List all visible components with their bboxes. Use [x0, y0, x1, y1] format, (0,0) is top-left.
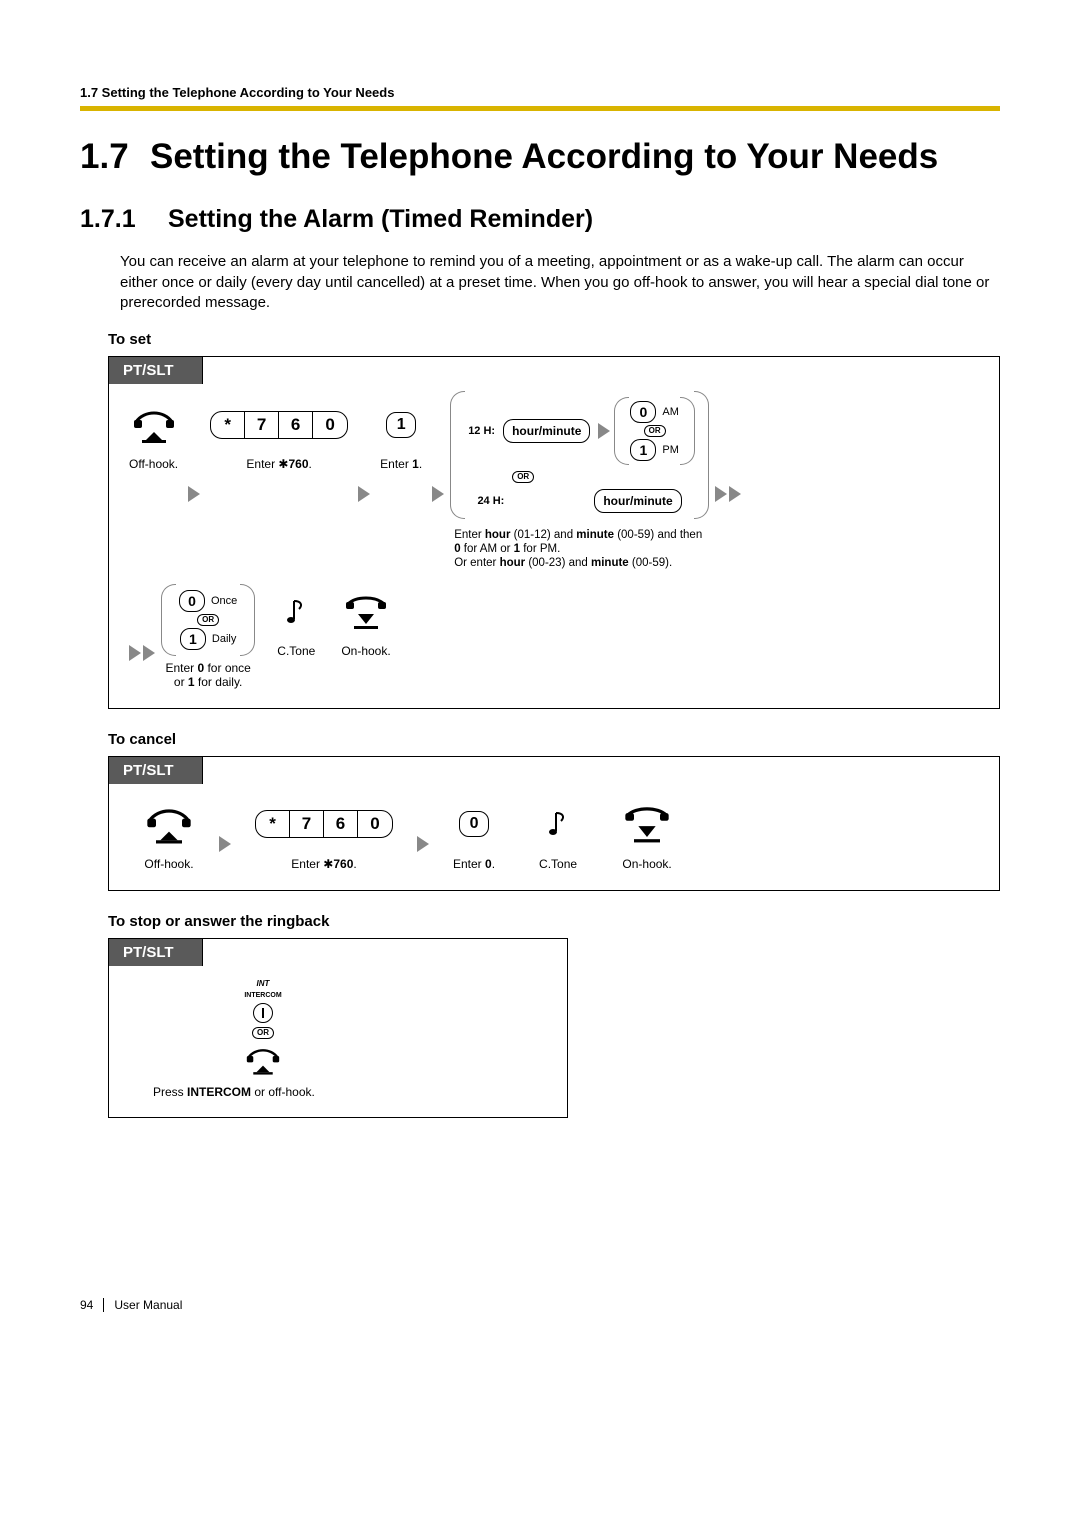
to-cancel-box: PT/SLT Off-hook. [108, 756, 1000, 891]
intercom-caption: Press INTERCOM or off-hook. [153, 1085, 553, 1099]
page-footer: 94 User Manual [80, 1298, 1000, 1312]
section-number: 1.7 [80, 137, 150, 177]
to-stop-tab: PT/SLT [108, 938, 203, 966]
label-12h: 12 H: [468, 425, 495, 437]
music-note-icon [547, 797, 569, 852]
music-note-icon [285, 584, 307, 639]
arrow-icon [598, 423, 610, 439]
footer-label: User Manual [114, 1298, 182, 1312]
key-6: 6 [324, 811, 358, 837]
to-stop-title: To stop or answer the ringback [108, 913, 1000, 930]
or-chip: OR [644, 425, 666, 437]
key-0: 0 [459, 811, 489, 837]
key-0: 0 [313, 412, 347, 438]
to-stop-box: PT/SLT INT INTERCOM OR [108, 938, 568, 1118]
keypad-star760: * 7 6 0 [210, 411, 348, 439]
key-1-pm: 1 [630, 439, 656, 461]
handset-offhook-icon [130, 397, 178, 452]
label-daily: Daily [212, 633, 236, 645]
arrow-icon [358, 486, 370, 502]
label-am: AM [662, 406, 679, 418]
to-set-title: To set [108, 331, 1000, 348]
key-7: 7 [290, 811, 324, 837]
key-6: 6 [279, 412, 313, 438]
label-24h: 24 H: [477, 495, 504, 507]
key-0-am: 0 [630, 401, 656, 423]
intercom-button-icon [253, 1003, 273, 1023]
key-1-daily: 1 [180, 628, 206, 650]
onhook-caption: On-hook. [622, 858, 671, 872]
key-1: 1 [386, 412, 416, 438]
running-header: 1.7 Setting the Telephone According to Y… [80, 85, 1000, 100]
enter-star760-caption: Enter ✱760. [246, 458, 311, 472]
intercom-label: INTERCOM [244, 992, 281, 999]
page-number: 94 [80, 1298, 104, 1312]
label-pm: PM [662, 444, 679, 456]
section-heading: 1.7Setting the Telephone According to Yo… [80, 137, 1000, 177]
double-arrow-icon [715, 486, 741, 502]
key-hourminute-24: hour/minute [594, 489, 681, 513]
handset-onhook-icon [621, 797, 673, 852]
key-hourminute-12: hour/minute [503, 419, 590, 443]
subsection-heading: 1.7.1Setting the Alarm (Timed Reminder) [80, 205, 1000, 234]
ctone-caption: C.Tone [277, 645, 315, 659]
handset-onhook-icon [342, 584, 390, 639]
double-arrow-icon [129, 645, 155, 661]
section-title: Setting the Telephone According to Your … [150, 137, 970, 177]
to-set-box: PT/SLT Off-hook. [108, 356, 1000, 709]
key-star: * [256, 811, 290, 837]
key-0: 0 [358, 811, 392, 837]
key-0-once: 0 [179, 590, 205, 612]
onhook-caption: On-hook. [341, 645, 390, 659]
int-label: INT [257, 979, 270, 988]
to-set-tab: PT/SLT [108, 356, 203, 384]
handset-offhook-icon [241, 1043, 285, 1077]
freq-caption: Enter 0 for once or 1 for daily. [165, 662, 250, 690]
offhook-caption: Off-hook. [129, 458, 178, 472]
keypad-star760: * 7 6 0 [255, 810, 393, 838]
or-chip: OR [197, 614, 219, 626]
subsection-title: Setting the Alarm (Timed Reminder) [168, 205, 593, 233]
arrow-icon [432, 486, 444, 502]
enter-1-caption: Enter 1. [380, 458, 422, 472]
subsection-number: 1.7.1 [80, 205, 168, 234]
arrow-icon [417, 836, 429, 852]
handset-offhook-icon [143, 797, 195, 852]
offhook-caption: Off-hook. [144, 858, 193, 872]
or-chip: OR [252, 1027, 274, 1039]
or-chip: OR [512, 471, 534, 483]
time-entry-note: Enter hour (01-12) and minute (00-59) an… [454, 529, 705, 570]
label-once: Once [211, 595, 237, 607]
key-star: * [211, 412, 245, 438]
ctone-caption: C.Tone [539, 858, 577, 872]
key-7: 7 [245, 412, 279, 438]
to-cancel-tab: PT/SLT [108, 756, 203, 784]
enter-star760-caption: Enter ✱760. [291, 858, 356, 872]
intro-paragraph: You can receive an alarm at your telepho… [120, 252, 1000, 313]
arrow-icon [219, 836, 231, 852]
header-rule [80, 106, 1000, 111]
enter-0-caption: Enter 0. [453, 858, 495, 872]
arrow-icon [188, 486, 200, 502]
to-cancel-title: To cancel [108, 731, 1000, 748]
